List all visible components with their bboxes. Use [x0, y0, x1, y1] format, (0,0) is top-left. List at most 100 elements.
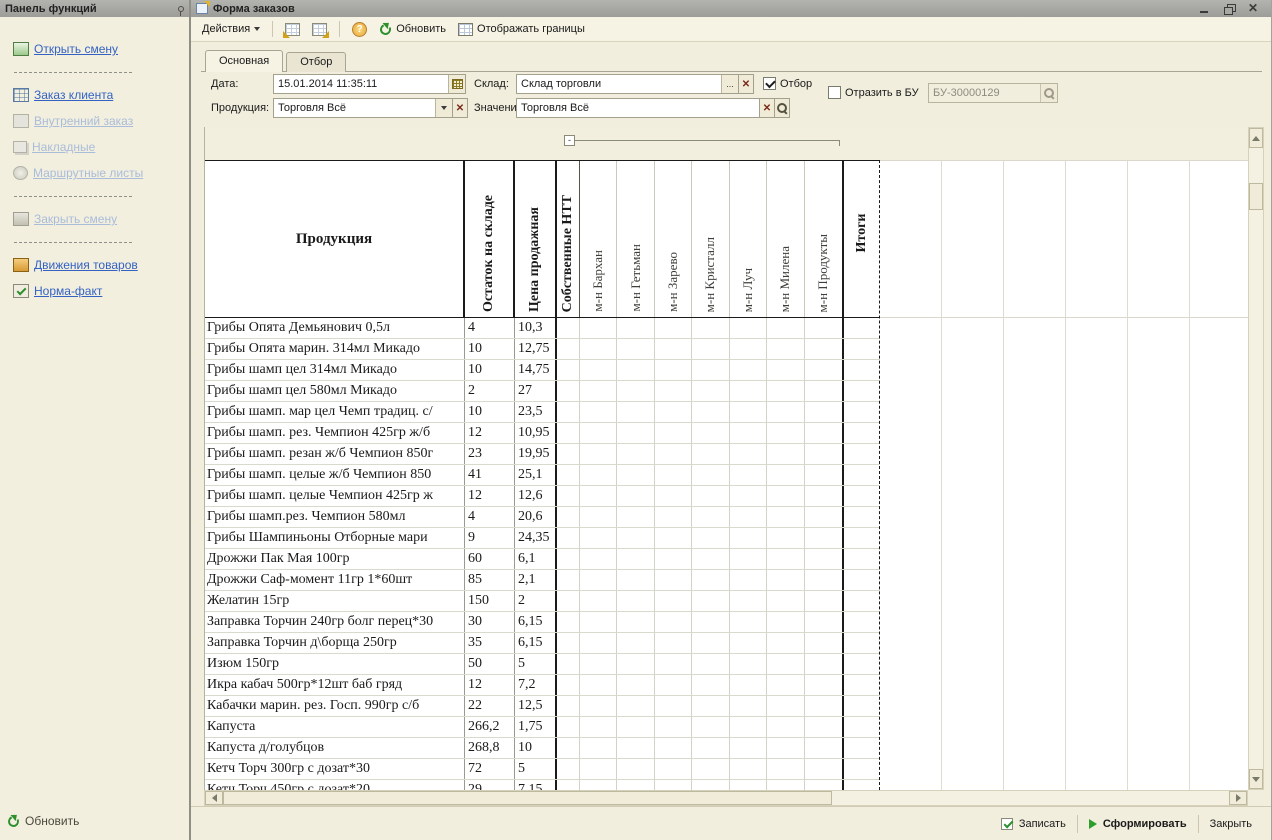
cell-store[interactable]	[767, 486, 804, 506]
cell-store[interactable]	[730, 738, 767, 758]
scroll-right-button[interactable]	[1229, 791, 1247, 805]
cell-store[interactable]	[805, 738, 842, 758]
cell-stock[interactable]: 10	[465, 402, 515, 422]
cell-store[interactable]	[692, 738, 729, 758]
cell-store[interactable]	[580, 633, 617, 653]
cell-store[interactable]	[730, 570, 767, 590]
scroll-down-button[interactable]	[1249, 769, 1263, 789]
cell-own-ntt[interactable]	[557, 528, 580, 548]
cell-store[interactable]	[730, 507, 767, 527]
cell-store[interactable]	[617, 654, 654, 674]
cell-store[interactable]	[580, 591, 617, 611]
production-clear-button[interactable]: ✕	[452, 98, 468, 118]
cell-store[interactable]	[692, 423, 729, 443]
cell-store[interactable]	[805, 381, 842, 401]
cell-store[interactable]	[580, 549, 617, 569]
cell-store[interactable]	[655, 759, 692, 779]
cell-own-ntt[interactable]	[557, 381, 580, 401]
sidebar-refresh-button[interactable]: Обновить	[7, 814, 79, 828]
cell-price[interactable]: 6,15	[515, 633, 557, 653]
cell-totals[interactable]	[842, 339, 880, 359]
cell-product[interactable]: Грибы шамп цел 580мл Микадо	[205, 381, 465, 401]
cell-store[interactable]	[692, 759, 729, 779]
sidebar-item-goods-movement[interactable]: Движения товаров	[0, 252, 189, 278]
cell-store[interactable]	[655, 675, 692, 695]
column-header-store[interactable]: м-н Зарево	[655, 161, 692, 317]
cell-store[interactable]	[730, 444, 767, 464]
cell-store[interactable]	[767, 465, 804, 485]
cell-totals[interactable]	[842, 591, 880, 611]
cell-store[interactable]	[767, 696, 804, 716]
cell-store[interactable]	[617, 423, 654, 443]
calendar-button[interactable]	[448, 75, 465, 93]
cell-store[interactable]	[655, 423, 692, 443]
cell-store[interactable]	[767, 570, 804, 590]
cell-price[interactable]: 23,5	[515, 402, 557, 422]
cell-stock[interactable]: 60	[465, 549, 515, 569]
cell-store[interactable]	[730, 591, 767, 611]
cell-totals[interactable]	[842, 633, 880, 653]
cell-store[interactable]	[655, 465, 692, 485]
cell-store[interactable]	[730, 423, 767, 443]
cell-store[interactable]	[617, 381, 654, 401]
cell-own-ntt[interactable]	[557, 759, 580, 779]
cell-store[interactable]	[805, 486, 842, 506]
restore-button[interactable]	[1224, 4, 1234, 13]
cell-store[interactable]	[617, 612, 654, 632]
cell-store[interactable]	[655, 780, 692, 790]
column-header-price[interactable]: Цена продажная	[515, 161, 557, 317]
cell-store[interactable]	[767, 423, 804, 443]
cell-price[interactable]: 7,15	[515, 780, 557, 790]
cell-store[interactable]	[805, 402, 842, 422]
cell-store[interactable]	[617, 339, 654, 359]
cell-store[interactable]	[692, 696, 729, 716]
cell-store[interactable]	[805, 549, 842, 569]
cell-totals[interactable]	[842, 612, 880, 632]
cell-price[interactable]: 2	[515, 591, 557, 611]
cell-totals[interactable]	[842, 549, 880, 569]
cell-store[interactable]	[730, 486, 767, 506]
cell-own-ntt[interactable]	[557, 549, 580, 569]
warehouse-more-button[interactable]: ...	[721, 75, 738, 93]
cell-totals[interactable]	[842, 465, 880, 485]
cell-price[interactable]: 24,35	[515, 528, 557, 548]
cell-store[interactable]	[730, 717, 767, 737]
cell-store[interactable]	[617, 507, 654, 527]
cell-store[interactable]	[655, 486, 692, 506]
cell-store[interactable]	[767, 717, 804, 737]
cell-store[interactable]	[730, 633, 767, 653]
cell-store[interactable]	[805, 528, 842, 548]
cell-product[interactable]: Желатин 15гр	[205, 591, 465, 611]
cell-price[interactable]: 6,15	[515, 612, 557, 632]
cell-stock[interactable]: 12	[465, 423, 515, 443]
horizontal-scrollbar[interactable]	[204, 790, 1248, 806]
cell-store[interactable]	[655, 633, 692, 653]
cell-store[interactable]	[730, 675, 767, 695]
cell-store[interactable]	[580, 738, 617, 758]
cell-product[interactable]: Капуста д/голубцов	[205, 738, 465, 758]
column-header-store[interactable]: м-н Продукты	[805, 161, 842, 317]
cell-product[interactable]: Грибы шамп. целые Чемпион 425гр ж	[205, 486, 465, 506]
cell-product[interactable]: Грибы шамп.рез. Чемпион 580мл	[205, 507, 465, 527]
cell-product[interactable]: Грибы Опята Демьянович 0,5л	[205, 318, 465, 338]
cell-store[interactable]	[617, 675, 654, 695]
cell-store[interactable]	[580, 444, 617, 464]
cell-price[interactable]: 7,2	[515, 675, 557, 695]
save-button[interactable]: Записать	[990, 813, 1077, 835]
cell-own-ntt[interactable]	[557, 633, 580, 653]
cell-totals[interactable]	[842, 654, 880, 674]
cell-store[interactable]	[767, 360, 804, 380]
cell-product[interactable]: Кетч Торч 300гр с дозат*30	[205, 759, 465, 779]
cell-store[interactable]	[767, 738, 804, 758]
date-field[interactable]: 15.01.2014 11:35:11	[273, 74, 466, 94]
cell-store[interactable]	[580, 612, 617, 632]
cell-totals[interactable]	[842, 444, 880, 464]
cell-own-ntt[interactable]	[557, 423, 580, 443]
cell-stock[interactable]: 12	[465, 675, 515, 695]
cell-own-ntt[interactable]	[557, 318, 580, 338]
cell-own-ntt[interactable]	[557, 612, 580, 632]
cell-stock[interactable]: 150	[465, 591, 515, 611]
cell-price[interactable]: 12,6	[515, 486, 557, 506]
cell-store[interactable]	[692, 360, 729, 380]
cell-store[interactable]	[805, 675, 842, 695]
